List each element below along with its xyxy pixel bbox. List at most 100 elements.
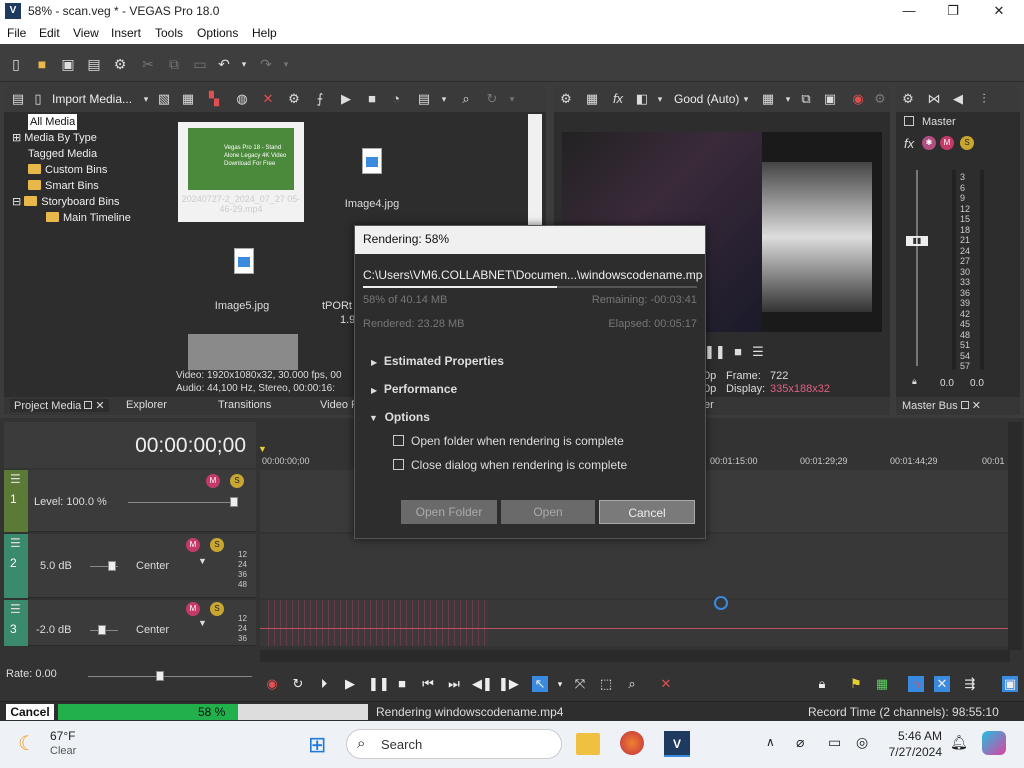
preview-quality-select[interactable]: Good (Auto)	[674, 92, 739, 106]
speaker-icon[interactable]: ◀	[950, 91, 966, 107]
rate-slider-knob[interactable]	[156, 671, 164, 681]
envelope-tool-icon[interactable]: ⤧	[572, 676, 588, 692]
image-file-icon[interactable]	[362, 148, 382, 174]
display-icon[interactable]: ▭	[828, 734, 841, 751]
gear-icon[interactable]: ⚙	[558, 91, 574, 107]
volume-envelope[interactable]	[260, 628, 1010, 629]
region-icon[interactable]: ▦	[874, 676, 890, 692]
timeline-vscroll[interactable]	[1008, 422, 1022, 650]
timeline-scrollbar[interactable]	[260, 650, 1010, 662]
normal-edit-tool-icon[interactable]: ↖	[532, 676, 548, 692]
menu-options[interactable]: Options	[197, 26, 238, 40]
play-icon[interactable]: ▶	[338, 91, 354, 107]
audio-track-2-lane[interactable]	[260, 534, 1010, 598]
save-snapshot-icon[interactable]: ▣	[822, 91, 838, 107]
close-dialog-checkbox[interactable]	[393, 459, 404, 470]
firefox-icon[interactable]	[620, 731, 644, 755]
fx-icon[interactable]: fx	[904, 136, 914, 151]
import-icon[interactable]: ▯	[30, 91, 46, 107]
mixer-icon[interactable]: ⫶	[976, 91, 992, 107]
volume-slider-knob[interactable]	[98, 625, 106, 635]
volume-icon[interactable]: ◎	[856, 734, 868, 751]
save-as-icon[interactable]: ▤	[86, 56, 102, 72]
record-icon[interactable]: ◉	[264, 676, 280, 692]
auto-preview-icon[interactable]: ◔	[388, 91, 404, 107]
open-folder-checkbox[interactable]	[393, 435, 404, 446]
gray-thumbnail[interactable]	[188, 334, 298, 370]
solo-icon[interactable]: S	[230, 474, 244, 488]
tree-smart-bins[interactable]: Smart Bins	[28, 178, 99, 194]
get-media-icon[interactable]: ▦	[180, 91, 196, 107]
cancel-button[interactable]: Cancel	[599, 500, 695, 524]
tab-video-fx[interactable]: Video F	[320, 399, 358, 411]
volume-slider-knob[interactable]	[108, 561, 116, 571]
clock-time[interactable]: 5:46 AM	[884, 729, 942, 743]
dock-icon[interactable]	[84, 401, 93, 409]
edit-tool-dropdown-icon[interactable]: ▾	[552, 676, 568, 692]
properties-icon[interactable]: ⚙	[286, 91, 302, 107]
menu-edit[interactable]: Edit	[39, 26, 60, 40]
copy-snapshot-icon[interactable]: ⧉	[798, 91, 814, 107]
tab-project-media[interactable]: Project Media ✕	[10, 399, 109, 412]
effects-icon[interactable]: ⨍	[312, 91, 328, 107]
refresh-icon[interactable]: ↻	[484, 91, 500, 107]
capture-icon[interactable]: ▧	[156, 91, 172, 107]
redo-icon[interactable]: ↷	[258, 56, 274, 72]
tree-custom-bins[interactable]: Custom Bins	[28, 162, 107, 178]
open-folder-icon[interactable]: ■	[34, 56, 50, 72]
mute-icon[interactable]: M	[940, 136, 954, 150]
close-button[interactable]: ✕	[976, 0, 1022, 23]
menu-help[interactable]: Help	[252, 26, 277, 40]
menu-tools[interactable]: Tools	[155, 26, 183, 40]
section-performance[interactable]: ▶ Performance	[371, 382, 457, 396]
mute-icon[interactable]: M	[186, 538, 200, 552]
track-menu-icon[interactable]: ☰	[10, 472, 21, 486]
thumbnail-video[interactable]: Vegas Pro 18 - Stand Alone Legacy 4K Vid…	[178, 122, 304, 222]
cut-icon[interactable]: ✂	[140, 56, 156, 72]
undo-dropdown-icon[interactable]: ▾	[236, 56, 252, 72]
chevron-up-icon[interactable]: ∧	[766, 735, 775, 749]
next-frame-icon[interactable]: ❚▶	[498, 676, 519, 692]
tab-transitions[interactable]: Transitions	[218, 399, 271, 411]
play-icon[interactable]: ▶	[342, 676, 358, 692]
windows-start-icon[interactable]: ⊞	[308, 733, 332, 757]
remove-unused-icon[interactable]: ▚	[206, 91, 222, 107]
stop-icon[interactable]: ■	[730, 344, 746, 360]
external-monitor-icon[interactable]: ▦	[584, 91, 600, 107]
marker-icon[interactable]: ⚑	[848, 676, 864, 692]
new-file-icon[interactable]: ▯	[8, 56, 24, 72]
zoom-tool-icon[interactable]: ⌕	[624, 676, 640, 692]
lock-icon[interactable]: 🔒︎	[912, 376, 917, 387]
auto-crossfade-icon[interactable]: ✕	[934, 676, 950, 692]
level-slider-knob[interactable]	[230, 497, 238, 507]
tree-tagged-media[interactable]: Tagged Media	[28, 146, 97, 162]
ripple-edit-icon[interactable]: ⇶	[962, 676, 978, 692]
undo-icon[interactable]: ↶	[216, 56, 232, 72]
tree-media-by-type[interactable]: ⊞ Media By Type	[12, 130, 97, 146]
media-icon[interactable]: ▤	[10, 91, 26, 107]
record-icon[interactable]: ◉	[850, 91, 866, 107]
delete-icon[interactable]: ✕	[260, 91, 276, 107]
mute-icon[interactable]: M	[206, 474, 220, 488]
copilot-icon[interactable]	[982, 731, 1006, 755]
track-menu-icon[interactable]: ☰	[10, 536, 21, 550]
snapping-icon[interactable]: ∩	[908, 676, 924, 692]
stop-icon[interactable]: ■	[394, 676, 410, 692]
views-dropdown-icon[interactable]: ▾	[436, 91, 452, 107]
tab-master-bus[interactable]: Master Bus ✕	[902, 399, 981, 412]
selection-tool-icon[interactable]: ⬚	[598, 676, 614, 692]
downmix-icon[interactable]: ⋈	[926, 91, 942, 107]
paste-icon[interactable]: ▭	[192, 56, 208, 72]
menu-file[interactable]: File	[7, 26, 26, 40]
solo-icon[interactable]: S	[210, 602, 224, 616]
master-fader-handle[interactable]: ▮▮	[906, 236, 928, 246]
split-screen-icon[interactable]: ◧	[634, 91, 650, 107]
weather-temp[interactable]: 67°F	[50, 729, 75, 743]
audio-track-3-header[interactable]: ☰ 3 M S -2.0 dB Center ▼ 12 24 36	[4, 600, 256, 646]
menu-icon[interactable]: ☰	[750, 344, 766, 360]
lock-icon[interactable]: 🔒︎	[814, 676, 830, 692]
play-from-start-icon[interactable]: ⏵	[316, 676, 332, 692]
loop-icon[interactable]: ↻	[290, 676, 306, 692]
tree-all-media[interactable]: All Media	[28, 114, 78, 130]
taskbar-search-box[interactable]: ⌕ Search	[346, 729, 562, 759]
